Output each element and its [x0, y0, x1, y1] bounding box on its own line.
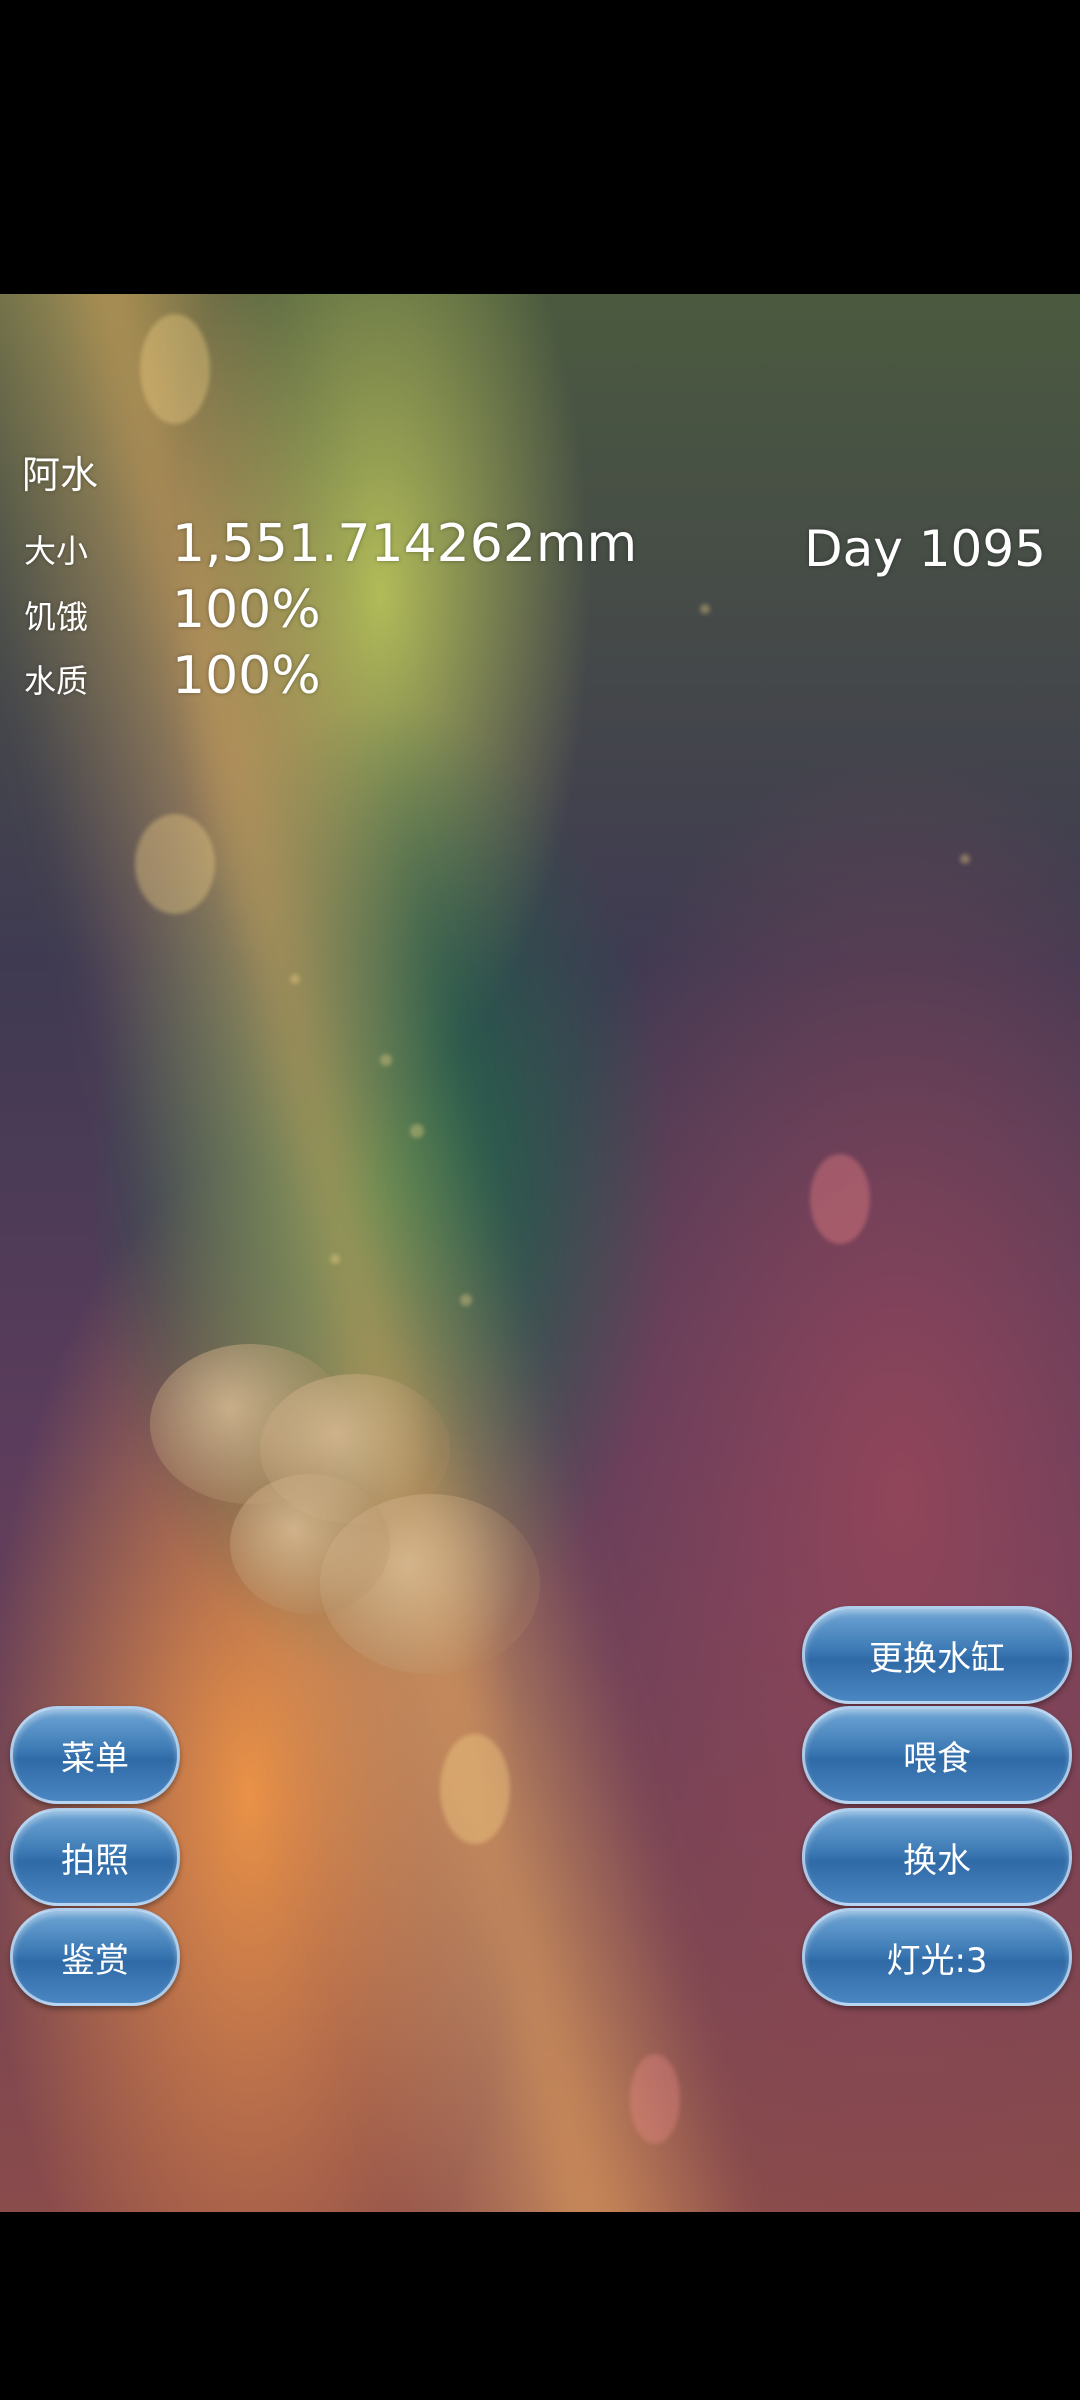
- bubble: [330, 1254, 340, 1264]
- feed-button[interactable]: 喂食: [802, 1706, 1072, 1804]
- bubble: [630, 2054, 680, 2144]
- bubble: [440, 1734, 510, 1844]
- change-water-button[interactable]: 换水: [802, 1808, 1072, 1906]
- photo-button[interactable]: 拍照: [10, 1808, 180, 1906]
- pet-name: 阿水: [22, 453, 99, 497]
- bubble: [135, 814, 215, 914]
- day-counter: Day 1095: [804, 520, 1046, 578]
- top-black-bar: [0, 0, 1080, 294]
- appreciate-button[interactable]: 鉴赏: [10, 1908, 180, 2006]
- bubble: [700, 604, 710, 614]
- size-value: 1,551.714262mm: [172, 514, 638, 574]
- hunger-label: 饥饿: [24, 598, 89, 636]
- water-quality-label: 水质: [24, 662, 89, 700]
- app-screen: 阿水 大小 1,551.714262mm 饥饿 100% 水质 100% Day…: [0, 0, 1080, 2400]
- size-label: 大小: [24, 532, 89, 570]
- bubble: [460, 1294, 472, 1306]
- coral: [230, 1474, 390, 1614]
- change-tank-button[interactable]: 更换水缸: [802, 1606, 1072, 1704]
- bubble: [290, 974, 300, 984]
- bubble: [380, 1054, 392, 1066]
- bottom-black-bar: [0, 2212, 1080, 2400]
- water-quality-value: 100%: [172, 646, 321, 706]
- bubble: [410, 1124, 424, 1138]
- bubble: [960, 854, 970, 864]
- bubble: [810, 1154, 870, 1244]
- light-button[interactable]: 灯光:3: [802, 1908, 1072, 2006]
- bubble: [140, 314, 210, 424]
- menu-button[interactable]: 菜单: [10, 1706, 180, 1804]
- hunger-value: 100%: [172, 580, 321, 640]
